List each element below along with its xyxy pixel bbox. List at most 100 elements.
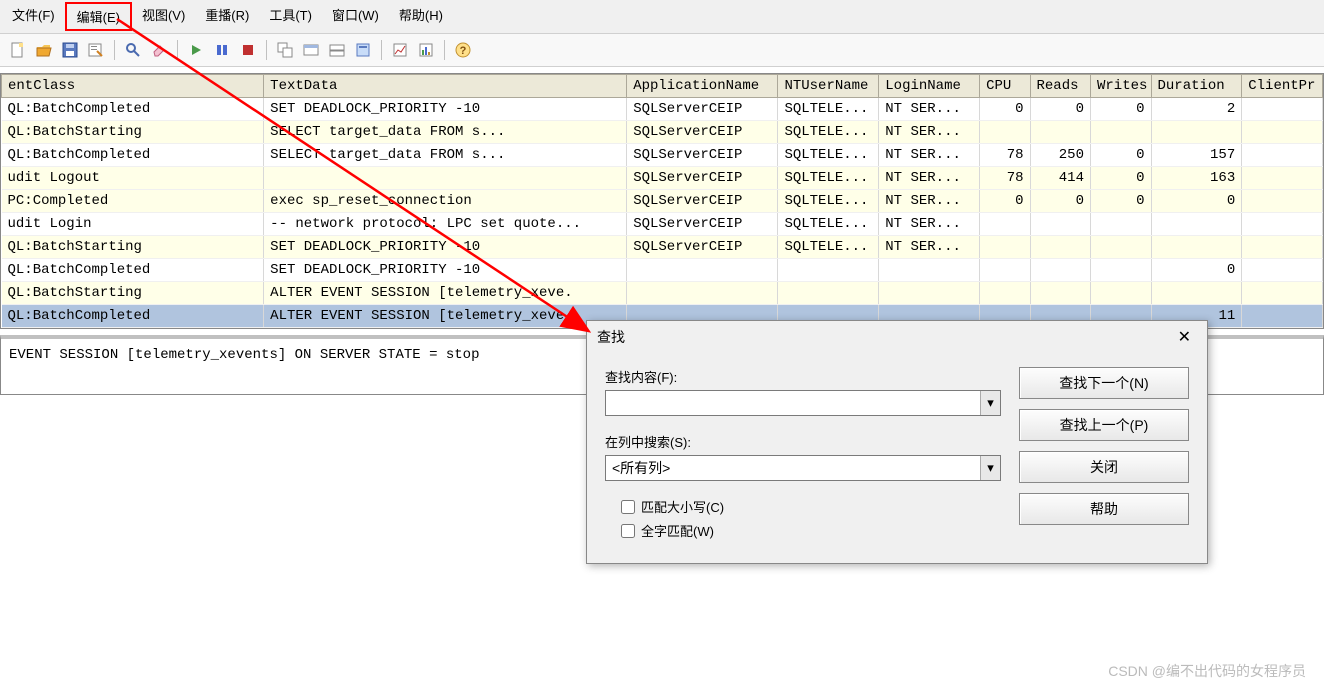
column-header[interactable]: CPU: [980, 75, 1030, 98]
cell-appName: SQLServerCEIP: [627, 121, 778, 144]
toolbar-template-icon[interactable]: [351, 38, 375, 62]
cell-clientP: [1242, 236, 1323, 259]
toolbar-window3-icon[interactable]: [325, 38, 349, 62]
close-button[interactable]: 关闭: [1019, 451, 1189, 483]
toolbar-chart2-icon[interactable]: [414, 38, 438, 62]
cell-login: NT SER...: [879, 190, 980, 213]
table-row[interactable]: QL:BatchCompletedSELECT target_data FROM…: [2, 144, 1323, 167]
cell-clientP: [1242, 190, 1323, 213]
toolbar-stop-icon[interactable]: [236, 38, 260, 62]
menu-file[interactable]: 文件(F): [2, 2, 65, 31]
toolbar-help-icon[interactable]: ?: [451, 38, 475, 62]
cell-eventClass: QL:BatchStarting: [2, 121, 264, 144]
menu-view[interactable]: 视图(V): [132, 2, 195, 31]
table-row[interactable]: udit LogoutSQLServerCEIPSQLTELE...NT SER…: [2, 167, 1323, 190]
whole-word-checkbox[interactable]: 全字匹配(W): [621, 521, 1001, 540]
cell-duration: [1151, 213, 1242, 236]
menu-replay[interactable]: 重播(R): [195, 2, 259, 31]
cell-writes: [1091, 213, 1152, 236]
cell-duration: 163: [1151, 167, 1242, 190]
cell-ntUser: [778, 282, 879, 305]
toolbar-new-icon[interactable]: [6, 38, 30, 62]
cell-reads: 0: [1030, 98, 1091, 121]
column-header[interactable]: TextData: [264, 75, 627, 98]
cell-cpu: [980, 282, 1030, 305]
table-row[interactable]: QL:BatchCompletedSET DEADLOCK_PRIORITY -…: [2, 98, 1323, 121]
cell-eventClass: udit Logout: [2, 167, 264, 190]
table-row[interactable]: QL:BatchCompletedSET DEADLOCK_PRIORITY -…: [2, 259, 1323, 282]
cell-cpu: [980, 236, 1030, 259]
cell-appName: [627, 259, 778, 282]
cell-reads: 0: [1030, 190, 1091, 213]
find-next-button[interactable]: 查找下一个(N): [1019, 367, 1189, 399]
column-header[interactable]: entClass: [2, 75, 264, 98]
cell-cpu: [980, 259, 1030, 282]
cell-duration: [1151, 282, 1242, 305]
cell-eventClass: QL:BatchStarting: [2, 282, 264, 305]
dialog-title: 查找: [597, 327, 625, 347]
table-row[interactable]: QL:BatchStartingALTER EVENT SESSION [tel…: [2, 282, 1323, 305]
menu-tools[interactable]: 工具(T): [259, 2, 322, 31]
search-column-label: 在列中搜索(S):: [605, 432, 1001, 451]
cell-login: NT SER...: [879, 167, 980, 190]
cell-cpu: [980, 213, 1030, 236]
trace-grid: entClassTextDataApplicationNameNTUserNam…: [0, 73, 1324, 329]
table-row[interactable]: udit Login-- network protocol: LPC set q…: [2, 213, 1323, 236]
cell-duration: [1151, 121, 1242, 144]
toolbar-open-icon[interactable]: [32, 38, 56, 62]
table-row[interactable]: QL:BatchStartingSET DEADLOCK_PRIORITY -1…: [2, 236, 1323, 259]
cell-ntUser: SQLTELE...: [778, 190, 879, 213]
column-header[interactable]: ApplicationName: [627, 75, 778, 98]
dropdown-arrow-icon[interactable]: ▾: [980, 456, 1000, 480]
column-header[interactable]: NTUserName: [778, 75, 879, 98]
match-case-checkbox[interactable]: 匹配大小写(C): [621, 497, 1001, 516]
find-prev-button[interactable]: 查找上一个(P): [1019, 409, 1189, 441]
svg-text:?: ?: [460, 45, 467, 57]
column-header[interactable]: LoginName: [879, 75, 980, 98]
column-header[interactable]: ClientPr: [1242, 75, 1323, 98]
cell-login: [879, 259, 980, 282]
toolbar-save-icon[interactable]: [58, 38, 82, 62]
cell-ntUser: SQLTELE...: [778, 144, 879, 167]
cell-appName: SQLServerCEIP: [627, 236, 778, 259]
cell-clientP: [1242, 259, 1323, 282]
toolbar-chart1-icon[interactable]: [388, 38, 412, 62]
toolbar: ?: [0, 34, 1324, 67]
toolbar-play-icon[interactable]: [184, 38, 208, 62]
column-header[interactable]: Duration: [1151, 75, 1242, 98]
toolbar-erase-icon[interactable]: [147, 38, 171, 62]
cell-ntUser: SQLTELE...: [778, 213, 879, 236]
menubar: 文件(F) 编辑(E) 视图(V) 重播(R) 工具(T) 窗口(W) 帮助(H…: [0, 0, 1324, 34]
menu-help[interactable]: 帮助(H): [389, 2, 453, 31]
cell-duration: [1151, 236, 1242, 259]
toolbar-pause-icon[interactable]: [210, 38, 234, 62]
dropdown-arrow-icon[interactable]: ▾: [980, 391, 1000, 415]
help-button[interactable]: 帮助: [1019, 493, 1189, 525]
cell-duration: 2: [1151, 98, 1242, 121]
toolbar-find-icon[interactable]: [121, 38, 145, 62]
cell-writes: [1091, 236, 1152, 259]
menu-window[interactable]: 窗口(W): [322, 2, 389, 31]
search-column-combo[interactable]: ▾: [605, 455, 1001, 481]
toolbar-properties-icon[interactable]: [84, 38, 108, 62]
cell-cpu: [980, 121, 1030, 144]
table-row[interactable]: PC:Completedexec sp_reset_connectionSQLS…: [2, 190, 1323, 213]
cell-ntUser: SQLTELE...: [778, 121, 879, 144]
close-icon[interactable]: ✕: [1172, 327, 1197, 347]
toolbar-window1-icon[interactable]: [273, 38, 297, 62]
cell-writes: 0: [1091, 144, 1152, 167]
menu-edit[interactable]: 编辑(E): [65, 2, 132, 31]
column-header[interactable]: Writes: [1091, 75, 1152, 98]
cell-eventClass: QL:BatchCompleted: [2, 259, 264, 282]
cell-login: [879, 282, 980, 305]
toolbar-window2-icon[interactable]: [299, 38, 323, 62]
find-content-combo[interactable]: ▾: [605, 390, 1001, 416]
cell-textData: SET DEADLOCK_PRIORITY -10: [264, 259, 627, 282]
cell-textData: SET DEADLOCK_PRIORITY -10: [264, 236, 627, 259]
find-content-input[interactable]: [606, 391, 980, 415]
cell-eventClass: QL:BatchCompleted: [2, 98, 264, 121]
column-header[interactable]: Reads: [1030, 75, 1091, 98]
search-column-input[interactable]: [606, 456, 980, 480]
table-row[interactable]: QL:BatchStartingSELECT target_data FROM …: [2, 121, 1323, 144]
cell-reads: [1030, 259, 1091, 282]
